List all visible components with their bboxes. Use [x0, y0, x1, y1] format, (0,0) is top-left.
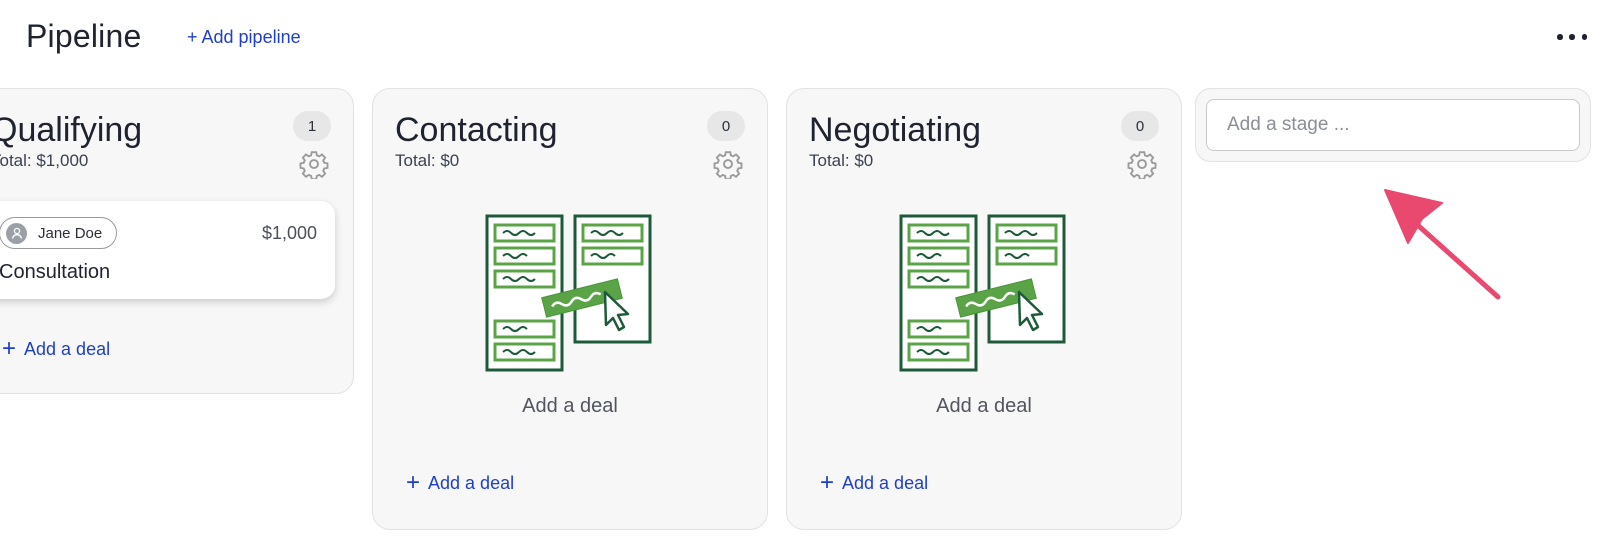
stage-title: Negotiating [809, 111, 982, 149]
page-title: Pipeline [26, 18, 142, 54]
add-deal-label: Add a deal [24, 338, 111, 359]
add-stage-card [1195, 88, 1591, 162]
annotation-arrow [1384, 189, 1501, 300]
add-deal-link[interactable]: + Add a deal [2, 337, 110, 361]
stage-total: Total: $1,000 [0, 151, 89, 170]
plus-icon: + [2, 335, 17, 362]
plus-icon: + [820, 469, 835, 496]
deal-card[interactable]: Jane Doe $1,000 Consultation [0, 201, 335, 299]
stage-column-negotiating: Negotiating Total: $0 0 Add a deal + Add… [786, 88, 1182, 530]
gear-icon[interactable] [299, 149, 329, 179]
user-avatar-icon [6, 222, 27, 244]
gear-icon[interactable] [713, 149, 743, 179]
plus-icon: + [406, 469, 421, 496]
stage-total: Total: $0 [395, 151, 460, 170]
stage-total: Total: $0 [809, 151, 874, 170]
deal-count-badge: 0 [1121, 111, 1159, 141]
gear-icon[interactable] [1127, 149, 1157, 179]
deal-title: Consultation [0, 261, 111, 283]
stage-column-clip: Qualifying Total: $1,000 1 Jane Doe $1,0… [0, 88, 359, 394]
add-deal-label: Add a deal [428, 472, 515, 493]
empty-board-illustration [485, 214, 652, 372]
deal-count-badge: 0 [707, 111, 745, 141]
deal-count-badge: 1 [293, 111, 331, 141]
add-pipeline-link[interactable]: + Add pipeline [187, 27, 301, 48]
stage-title: Qualifying [0, 111, 143, 149]
empty-board-illustration [899, 214, 1066, 372]
empty-state-caption[interactable]: Add a deal [787, 395, 1181, 418]
add-stage-input[interactable] [1206, 99, 1580, 151]
more-options-icon[interactable] [1557, 27, 1587, 47]
empty-state-caption[interactable]: Add a deal [373, 395, 767, 418]
contact-chip[interactable]: Jane Doe [0, 217, 118, 249]
add-deal-link[interactable]: + Add a deal [406, 471, 514, 495]
add-deal-link[interactable]: + Add a deal [820, 471, 928, 495]
deal-value: $1,000 [261, 223, 317, 243]
stage-column-qualifying: Qualifying Total: $1,000 1 Jane Doe $1,0… [0, 88, 354, 394]
add-deal-label: Add a deal [842, 472, 929, 493]
stage-title: Contacting [395, 111, 558, 149]
contact-name: Jane Doe [38, 224, 103, 242]
stage-column-contacting: Contacting Total: $0 0 Add a deal + Add … [372, 88, 768, 530]
